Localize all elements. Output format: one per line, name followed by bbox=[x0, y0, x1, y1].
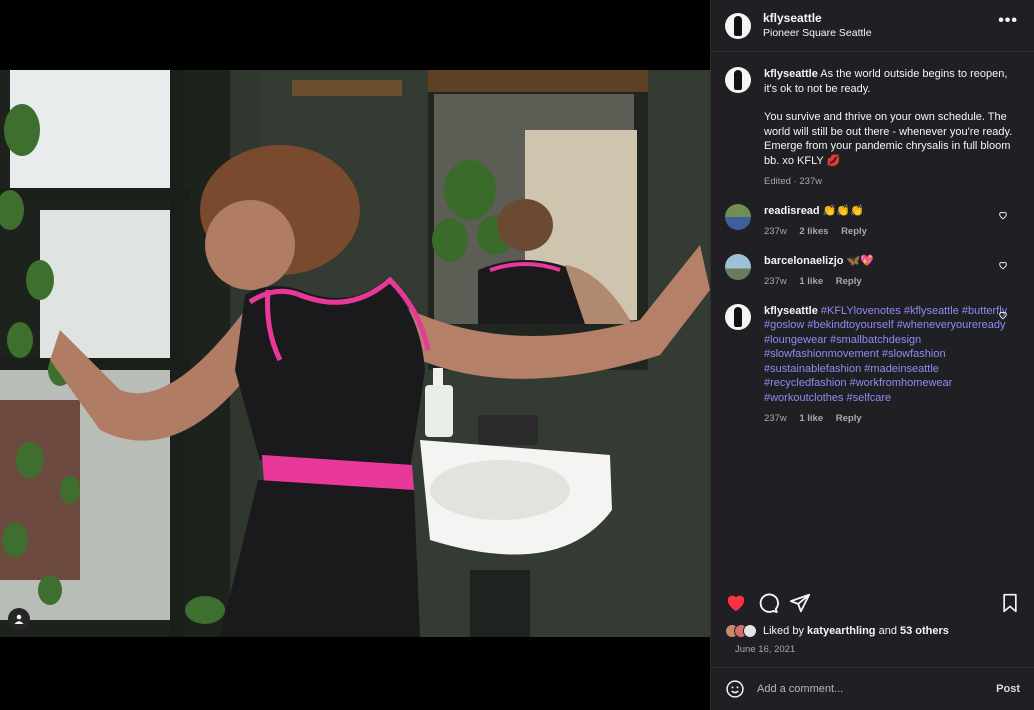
emoji-icon[interactable] bbox=[725, 679, 745, 699]
reply-button[interactable]: Reply bbox=[836, 276, 862, 287]
instagram-post-modal: kflyseattle Pioneer Square Seattle ••• k… bbox=[0, 0, 1034, 710]
comment-icon[interactable] bbox=[757, 592, 779, 614]
comment-likes[interactable]: 1 like bbox=[799, 276, 823, 287]
comment-text: 👏👏👏 bbox=[822, 204, 864, 217]
post-comment-button[interactable]: Post bbox=[996, 683, 1020, 695]
comment-item: barcelonaelizjo 🦋💖 237w 1 like Reply bbox=[725, 253, 1020, 290]
reply-button[interactable]: Reply bbox=[836, 413, 862, 424]
comment-text: 🦋💖 bbox=[846, 254, 874, 267]
caption-text-2: You survive and thrive on your own sched… bbox=[764, 111, 1013, 167]
commenter-avatar[interactable] bbox=[725, 253, 751, 280]
likes-summary: Liked by katyearthling and 53 others bbox=[725, 624, 949, 638]
comment-likes[interactable]: 1 like bbox=[799, 413, 823, 424]
commenter-avatar[interactable] bbox=[725, 303, 751, 330]
heart-outline-icon[interactable] bbox=[998, 260, 1008, 270]
post-location[interactable]: Pioneer Square Seattle bbox=[763, 27, 872, 40]
comment-time[interactable]: 237w bbox=[764, 413, 787, 424]
post-details-panel: kflyseattle Pioneer Square Seattle ••• k… bbox=[710, 0, 1034, 710]
user-tag-icon[interactable] bbox=[8, 608, 30, 630]
liked-by-prefix: Liked by bbox=[763, 625, 804, 637]
add-comment-bar: Post bbox=[711, 667, 1034, 710]
comment-username[interactable]: barcelonaelizjo bbox=[764, 255, 843, 267]
comment-time[interactable]: 237w bbox=[764, 226, 787, 237]
heart-outline-icon[interactable] bbox=[998, 310, 1008, 320]
caption-meta: Edited · 237w bbox=[764, 176, 823, 187]
post-date[interactable]: June 16, 2021 bbox=[735, 644, 795, 655]
caption-avatar[interactable] bbox=[725, 67, 751, 93]
comment-item: readisread 👏👏👏 237w 2 likes Reply bbox=[725, 203, 1020, 240]
reply-button[interactable]: Reply bbox=[841, 226, 867, 237]
post-media bbox=[0, 0, 710, 710]
author-info: kflyseattle Pioneer Square Seattle bbox=[763, 11, 872, 40]
comment-time[interactable]: 237w bbox=[764, 276, 787, 287]
post-photo[interactable] bbox=[0, 70, 710, 637]
bookmark-icon[interactable] bbox=[1000, 592, 1020, 614]
liked-by-user[interactable]: katyearthling bbox=[807, 625, 875, 637]
comment-username[interactable]: kflyseattle bbox=[764, 305, 818, 317]
liked-by-and: and bbox=[878, 625, 897, 637]
post-caption: kflyseattle As the world outside begins … bbox=[725, 67, 1020, 190]
heart-outline-icon[interactable] bbox=[998, 210, 1008, 220]
post-header: kflyseattle Pioneer Square Seattle ••• bbox=[711, 0, 1034, 52]
comment-hashtags[interactable]: #KFLYlovenotes #kflyseattle #butterfly #… bbox=[764, 305, 1007, 404]
comment-item: kflyseattle #KFLYlovenotes #kflyseattle … bbox=[725, 303, 1020, 427]
liked-by-others[interactable]: 53 others bbox=[900, 625, 949, 637]
caption-username[interactable]: kflyseattle bbox=[764, 68, 818, 80]
liker-avatars[interactable] bbox=[725, 624, 757, 638]
post-actions bbox=[725, 592, 1020, 616]
heart-filled-icon[interactable] bbox=[725, 592, 747, 614]
author-username[interactable]: kflyseattle bbox=[763, 11, 872, 25]
bathroom-photo bbox=[0, 70, 710, 637]
more-icon[interactable]: ••• bbox=[998, 13, 1018, 29]
comment-username[interactable]: readisread bbox=[764, 205, 820, 217]
share-icon[interactable] bbox=[789, 592, 811, 614]
comment-likes[interactable]: 2 likes bbox=[799, 226, 828, 237]
commenter-avatar[interactable] bbox=[725, 203, 751, 230]
comments-list[interactable]: kflyseattle As the world outside begins … bbox=[711, 58, 1034, 578]
author-avatar[interactable] bbox=[725, 12, 751, 39]
comment-input[interactable] bbox=[757, 683, 997, 695]
